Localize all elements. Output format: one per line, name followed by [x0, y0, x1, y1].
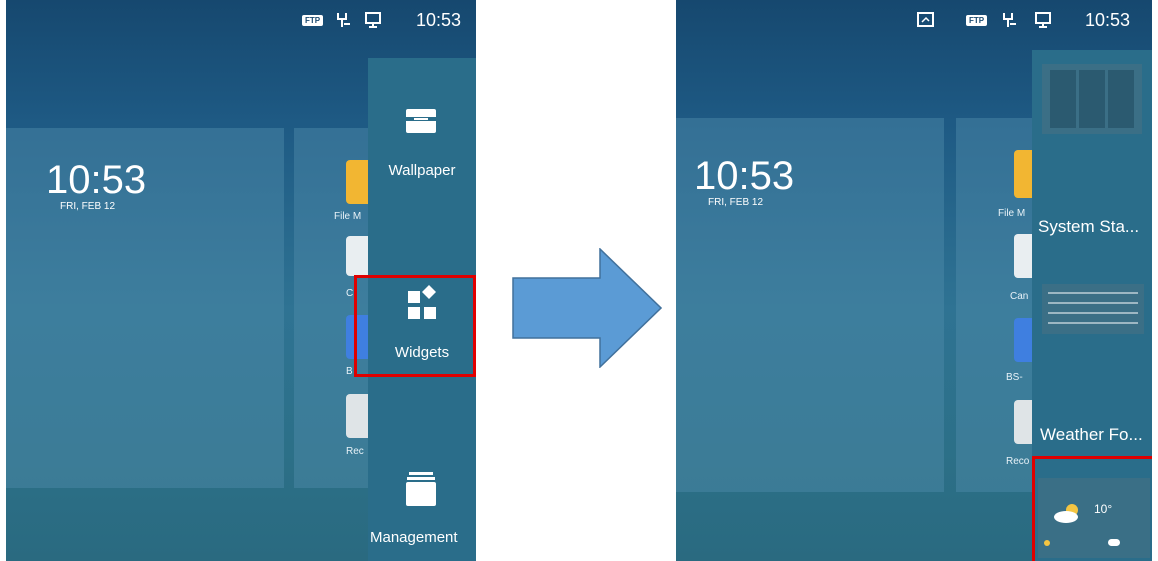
- screen-share-icon: [916, 11, 936, 29]
- ftp-status-icon: FTP: [302, 11, 324, 29]
- management-menu-item[interactable]: Management: [370, 529, 476, 546]
- system-status-widget-title[interactable]: System Sta...: [1038, 217, 1139, 237]
- ethernet-status-icon: [999, 11, 1017, 29]
- weather-widget-title[interactable]: Weather Fo...: [1040, 425, 1143, 445]
- wallpaper-menu-item[interactable]: Wallpaper: [368, 162, 476, 179]
- ethernet-status-icon: [333, 11, 351, 29]
- status-time: 10:53: [416, 10, 462, 30]
- network-monitor-icon: [1034, 11, 1054, 29]
- app-label: C: [346, 288, 354, 299]
- clock-widget-time[interactable]: 10:53: [694, 154, 794, 199]
- status-time: 10:53: [1085, 10, 1131, 30]
- status-bar: FTP 10:53: [6, 0, 476, 40]
- system-info-widget-preview[interactable]: [1042, 284, 1144, 334]
- weather-widget-highlight-box: [1032, 456, 1152, 561]
- app-label: File M: [998, 208, 1026, 219]
- management-icon[interactable]: [405, 470, 437, 515]
- app-label: File M: [334, 211, 362, 222]
- app-label: Can: [1010, 291, 1029, 302]
- launcher-screen-after: FTP 10:53 10:53 FRI, FEB 12 File M Can B…: [676, 0, 1152, 561]
- clock-widget-date: FRI, FEB 12: [60, 201, 116, 212]
- app-label: Reco: [1006, 456, 1030, 467]
- app-label: Rec: [346, 446, 364, 457]
- system-status-widget-preview[interactable]: [1042, 64, 1142, 134]
- clock-widget-date: FRI, FEB 12: [708, 197, 764, 208]
- arrow-right-icon: [512, 247, 663, 373]
- status-bar: FTP 10:53: [676, 0, 1152, 40]
- app-label: BS-: [1006, 372, 1023, 383]
- app-label: B: [346, 366, 353, 377]
- launcher-screen-before: FTP 10:53 10:53 FRI, FEB 12 File M C B R…: [6, 0, 476, 561]
- clock-widget-time[interactable]: 10:53: [46, 158, 146, 203]
- network-monitor-icon: [364, 11, 384, 29]
- widgets-highlight-box: [354, 275, 476, 377]
- wallpaper-icon[interactable]: [405, 106, 437, 141]
- ftp-status-icon: FTP: [966, 11, 988, 29]
